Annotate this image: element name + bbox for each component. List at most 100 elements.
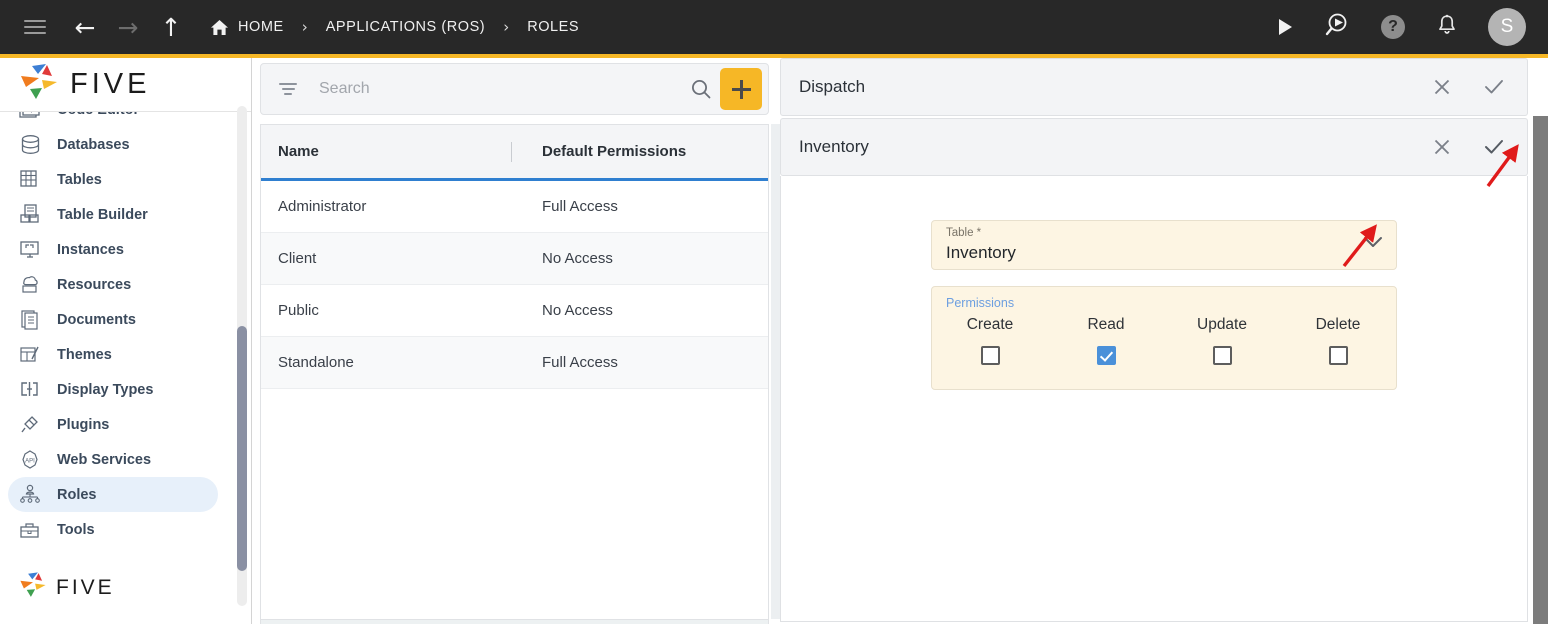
main-area: FIVE </> Code Editor xyxy=(0,58,1548,624)
run-button[interactable] xyxy=(1268,10,1302,44)
topbar-actions: ? S xyxy=(1268,8,1534,46)
sidebar-item-instances[interactable]: Instances xyxy=(0,232,218,267)
sidebar-label: Table Builder xyxy=(57,206,148,223)
sidebar-item-themes[interactable]: Themes xyxy=(0,337,218,372)
sidebar-label: Themes xyxy=(57,346,112,363)
breadcrumb-separator: › xyxy=(301,18,308,36)
instances-icon xyxy=(14,237,46,263)
permission-update: Update xyxy=(1164,316,1280,365)
sidebar-item-plugins[interactable]: Plugins xyxy=(0,407,218,442)
five-logo-icon xyxy=(16,62,62,107)
sidebar-item-table-builder[interactable]: Table Builder xyxy=(0,197,218,232)
table-select-field[interactable]: Table * Inventory xyxy=(931,220,1397,270)
create-checkbox[interactable] xyxy=(980,346,1000,365)
page-scrollbar-thumb[interactable] xyxy=(1533,116,1548,624)
display-types-icon xyxy=(14,377,46,403)
database-icon xyxy=(14,132,46,158)
help-glyph: ? xyxy=(1388,18,1398,35)
table-row[interactable]: Administrator Full Access xyxy=(261,181,768,233)
permission-read: Read xyxy=(1048,316,1164,365)
permissions-group: Permissions Create Read Update Delete xyxy=(931,286,1397,390)
breadcrumb-item-applications[interactable]: APPLICATIONS (ROS) xyxy=(326,19,486,35)
magnifier-play-icon xyxy=(1325,11,1353,44)
check-icon[interactable] xyxy=(1481,134,1507,160)
svg-text:</>: </> xyxy=(27,112,38,114)
brand-name-footer: FIVE xyxy=(56,575,115,599)
search-bar xyxy=(260,63,769,115)
sidebar-label: Databases xyxy=(57,136,130,153)
debug-button[interactable] xyxy=(1322,10,1356,44)
sidebar-label: Plugins xyxy=(57,416,110,433)
help-circle-icon: ? xyxy=(1381,15,1405,39)
plugins-icon xyxy=(14,412,46,438)
sidebar-item-tools[interactable]: Tools xyxy=(0,512,218,547)
sidebar-item-tables[interactable]: Tables xyxy=(0,162,218,197)
cell-name: Standalone xyxy=(278,354,354,371)
sidebar-label: Display Types xyxy=(57,381,154,398)
column-header-name[interactable]: Name xyxy=(261,143,511,160)
close-icon[interactable] xyxy=(1429,74,1455,100)
panel-actions xyxy=(1429,74,1507,100)
permission-label: Create xyxy=(966,316,1014,333)
cell-name: Client xyxy=(278,250,317,267)
search-icon[interactable] xyxy=(684,78,718,100)
breadcrumb-item-home[interactable]: HOME xyxy=(210,19,284,36)
forward-button[interactable]: → xyxy=(111,10,145,44)
cell-name: Administrator xyxy=(278,198,367,215)
play-icon xyxy=(1278,19,1292,35)
sidebar-item-display-types[interactable]: Display Types xyxy=(0,372,218,407)
add-role-button[interactable] xyxy=(720,68,762,110)
roles-list-panel: Name Default Permissions Administrator F… xyxy=(260,58,780,624)
avatar[interactable]: S xyxy=(1488,8,1526,46)
sidebar-item-databases[interactable]: Databases xyxy=(0,127,218,162)
sidebar-item-documents[interactable]: Documents xyxy=(0,302,218,337)
cell-name: Public xyxy=(278,302,319,319)
arrow-up-icon: ↑ xyxy=(160,12,182,42)
back-button[interactable]: ← xyxy=(68,10,102,44)
field-value: Inventory xyxy=(946,243,1016,262)
table-row[interactable]: Public No Access xyxy=(261,285,768,337)
read-checkbox[interactable] xyxy=(1096,346,1116,365)
update-checkbox[interactable] xyxy=(1212,346,1232,365)
delete-checkbox[interactable] xyxy=(1328,346,1348,365)
permission-create: Create xyxy=(932,316,1048,365)
brand-logo: FIVE xyxy=(0,58,251,112)
sidebar-item-web-services[interactable]: API Web Services xyxy=(0,442,218,477)
panel-header-inventory: Inventory xyxy=(780,118,1528,176)
sidebar-label: Roles xyxy=(57,486,97,503)
application-window: ← → ↑ HOME › APPLICATIONS (ROS) › ROLES xyxy=(0,0,1548,624)
breadcrumb-item-roles[interactable]: ROLES xyxy=(527,19,579,35)
sidebar-scrollbar-thumb[interactable] xyxy=(237,326,247,571)
arrow-right-icon: → xyxy=(117,12,139,42)
panel-title: Dispatch xyxy=(799,77,866,96)
up-button[interactable]: ↑ xyxy=(154,10,188,44)
chevron-down-icon[interactable] xyxy=(1362,235,1384,254)
sidebar-item-code-editor[interactable]: </> Code Editor xyxy=(0,112,218,127)
breadcrumb-separator: › xyxy=(503,18,510,36)
sidebar-item-resources[interactable]: Resources xyxy=(0,267,218,302)
documents-icon xyxy=(14,307,46,333)
help-button[interactable]: ? xyxy=(1376,10,1410,44)
breadcrumb: HOME › APPLICATIONS (ROS) › ROLES xyxy=(210,18,579,36)
filter-icon[interactable] xyxy=(275,83,301,95)
sidebar-item-roles[interactable]: Roles xyxy=(8,477,218,512)
close-icon[interactable] xyxy=(1429,134,1455,160)
form-body: Table * Inventory Permissions Create Rea… xyxy=(780,176,1528,622)
svg-text:API: API xyxy=(25,459,35,465)
table-row[interactable]: Standalone Full Access xyxy=(261,337,768,389)
check-icon[interactable] xyxy=(1481,74,1507,100)
sidebar-label: Resources xyxy=(57,276,132,293)
page-scrollbar-track[interactable] xyxy=(1533,116,1548,624)
search-input[interactable] xyxy=(317,79,684,99)
sidebar-label: Instances xyxy=(57,241,124,258)
list-scrollbar-track[interactable] xyxy=(771,124,780,619)
table-row[interactable]: Client No Access xyxy=(261,233,768,285)
resources-icon xyxy=(14,272,46,298)
breadcrumb-label-home: HOME xyxy=(238,19,284,35)
menu-toggle-button[interactable] xyxy=(18,10,52,44)
sidebar-label: Tables xyxy=(57,171,102,188)
notifications-button[interactable] xyxy=(1430,10,1464,44)
column-header-default-permissions[interactable]: Default Permissions xyxy=(512,143,686,160)
panel-actions xyxy=(1429,134,1507,160)
five-logo-icon xyxy=(16,571,50,604)
